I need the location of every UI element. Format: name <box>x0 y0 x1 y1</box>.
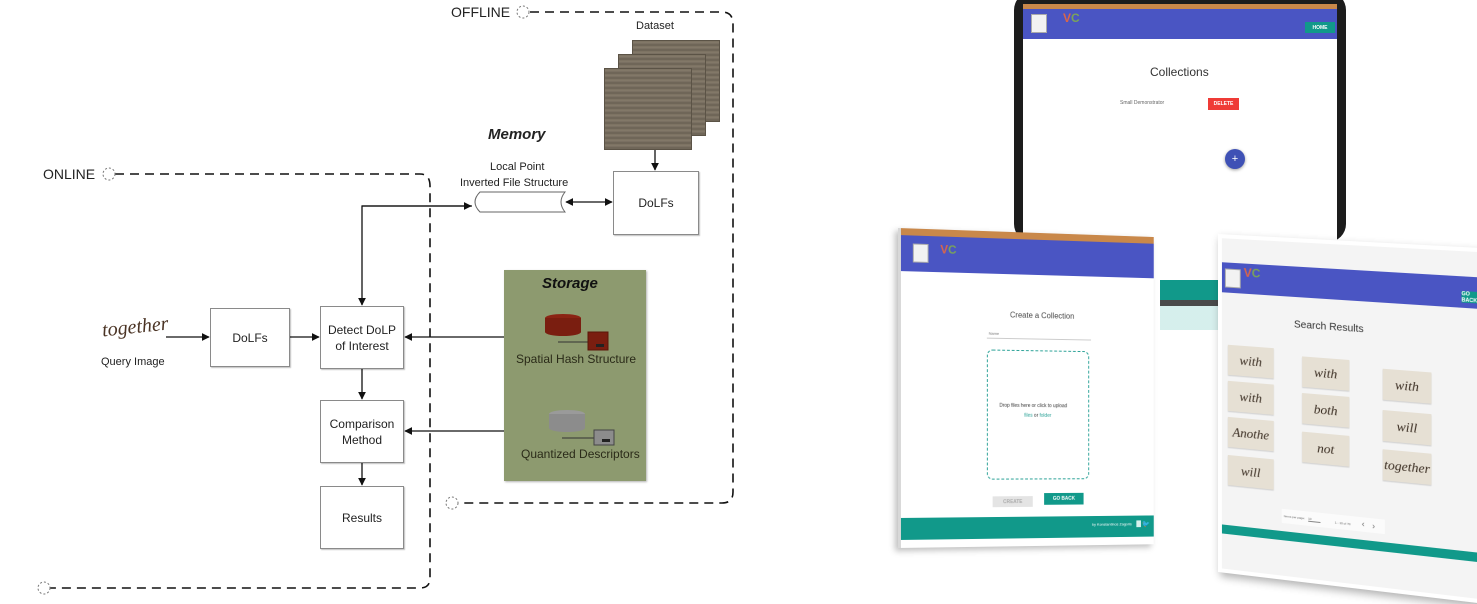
result-tile[interactable]: with <box>1227 344 1274 379</box>
storage-title: Storage <box>542 275 598 292</box>
app-logo <box>1031 14 1047 33</box>
comparison-label-line2: Method <box>341 432 383 447</box>
app-name: VC <box>1063 11 1080 25</box>
folder-link[interactable]: folder <box>1040 413 1052 419</box>
collections-screen: VC HOME Collections Small Demonstrator D… <box>1023 4 1337 244</box>
result-tile[interactable]: not <box>1302 431 1350 467</box>
result-tile[interactable]: with <box>1382 368 1432 404</box>
result-tile[interactable]: will <box>1227 454 1274 490</box>
twitter-icon[interactable]: 🐦 <box>1142 520 1150 528</box>
offline-dolfs-box: DoLFs <box>613 171 699 235</box>
result-tile[interactable]: will <box>1382 409 1432 446</box>
next-page-button[interactable]: › <box>1372 521 1375 531</box>
online-dolfs-box: DoLFs <box>210 308 290 367</box>
collection-name-input[interactable] <box>986 327 1092 341</box>
result-tile[interactable]: with <box>1227 380 1274 415</box>
tablet-collections-screen: VC HOME Collections Small Demonstrator D… <box>1014 0 1346 244</box>
app-bar: VC <box>900 235 1154 279</box>
app-name: VC <box>1243 265 1261 281</box>
delete-button[interactable]: DELETE <box>1208 98 1239 110</box>
spatial-hash-label: Spatial Hash Structure <box>516 352 637 366</box>
collections-title: Collections <box>1150 65 1209 79</box>
page-range: 1 - 10 of 70 <box>1334 520 1351 527</box>
app-footer: by Konstantinos Zagoris 🐦 <box>900 515 1154 540</box>
paginator: Items per page: 10 1 - 10 of 70 ‹ › <box>1281 508 1385 535</box>
tablet-base-reflection <box>1160 300 1220 330</box>
drop-text: Drop files here or click to upload <box>999 402 1068 410</box>
database-icon-gray <box>549 410 615 446</box>
tablet-base <box>1160 280 1220 300</box>
app-logo <box>912 243 929 263</box>
create-collection-window: VC Create a Collection Drop files here o… <box>898 228 1154 548</box>
add-collection-button[interactable]: + <box>1225 149 1245 169</box>
collection-item-name[interactable]: Small Demonstrator <box>1120 100 1164 106</box>
plus-icon: + <box>1231 153 1239 165</box>
online-end-node <box>37 581 51 595</box>
footer-text: by Konstantinos Zagoris <box>1092 521 1132 527</box>
detect-label-line2: of Interest <box>335 338 389 353</box>
offline-start-node <box>516 5 530 19</box>
dataset-label: Dataset <box>636 20 674 32</box>
offline-end-node <box>445 496 459 510</box>
detect-label-line1: Detect DoLP <box>327 322 397 337</box>
github-icon[interactable] <box>1136 520 1141 528</box>
online-label: ONLINE <box>43 166 96 182</box>
results-grid: with with with with both will Anothe not… <box>1222 238 1477 490</box>
quantized-descriptors-label: Quantized Descriptors <box>521 447 640 461</box>
go-back-button[interactable]: GO BACK <box>1461 290 1477 304</box>
inverted-file-structure-shape <box>474 191 567 213</box>
search-results-title: Search Results <box>1293 319 1364 336</box>
query-image-label: Query Image <box>101 356 165 368</box>
items-per-page-label: Items per page: <box>1283 514 1305 521</box>
home-button[interactable]: HOME <box>1305 22 1335 33</box>
offline-label: OFFLINE <box>451 4 511 20</box>
items-per-page-select[interactable]: 10 <box>1308 516 1321 524</box>
online-start-node <box>102 167 116 181</box>
result-tile[interactable]: together <box>1382 449 1432 485</box>
app-bar: VC GO BACK <box>1221 262 1477 309</box>
comparison-method-box: Comparison Method <box>320 400 404 463</box>
results-label: Results <box>341 510 382 525</box>
result-tile[interactable]: Anothe <box>1227 416 1274 452</box>
dataset-page <box>604 68 692 150</box>
file-drop-zone[interactable]: Drop files here or click to upload files… <box>986 349 1090 480</box>
prev-page-button[interactable]: ‹ <box>1362 519 1365 529</box>
storage-panel: Storage Spatial Hash Structure Quantized… <box>504 270 646 481</box>
result-tile[interactable]: both <box>1302 392 1350 428</box>
inverted-file-label-line2: Inverted File Structure <box>460 177 569 189</box>
inverted-file-label-line1: Local Point <box>490 161 545 173</box>
app-name: VC <box>940 242 957 257</box>
arrow-inverted-to-detect <box>358 205 472 306</box>
result-tile[interactable]: with <box>1302 356 1350 391</box>
upload-links: files or folder <box>1024 413 1051 419</box>
database-icon-red <box>545 314 609 351</box>
app-logo <box>1224 268 1241 289</box>
or-text: or <box>1033 412 1039 419</box>
offline-dolfs-label: DoLFs <box>638 196 674 210</box>
go-back-button[interactable]: GO BACK <box>1044 492 1084 505</box>
app-bar: VC HOME <box>1023 9 1337 39</box>
memory-label: Memory <box>488 126 546 143</box>
create-title: Create a Collection <box>1009 310 1075 321</box>
search-results-window: VC GO BACK Search Results with with with… <box>1218 234 1477 604</box>
files-link[interactable]: files <box>1024 413 1032 419</box>
online-dolfs-label: DoLFs <box>232 330 268 345</box>
create-button[interactable]: CREATE <box>992 496 1033 508</box>
comparison-label-line1: Comparison <box>329 416 395 431</box>
detect-dolp-box: Detect DoLP of Interest <box>320 306 404 369</box>
results-box: Results <box>320 486 404 549</box>
